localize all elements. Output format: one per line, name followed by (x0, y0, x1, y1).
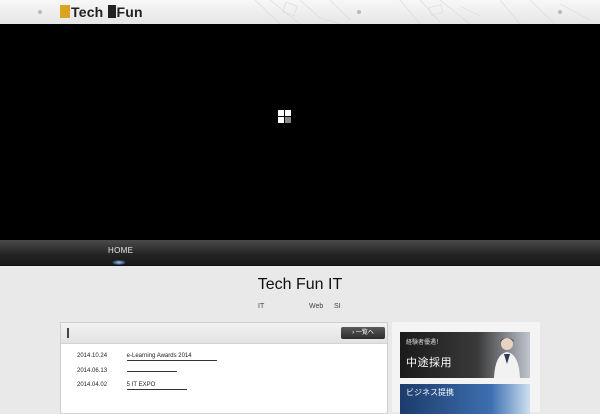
news-date: 2014.10.24 (77, 353, 108, 359)
banner-title: 中途採用 (406, 357, 452, 369)
news-title[interactable] (126, 370, 177, 372)
banner-caption: 経験者優遇！ (406, 340, 443, 346)
intro-text: SI (334, 303, 341, 310)
logo-text: Fun (116, 4, 143, 20)
news-header: › 一覧へ (61, 323, 387, 344)
news-item[interactable]: 2014.06.13 (77, 368, 177, 374)
header-dot (558, 10, 562, 14)
intro-text: IT (258, 303, 265, 310)
news-item[interactable]: 2014.10.24 e-Learning Awards 2014 (77, 353, 217, 361)
intro-text: Web (309, 303, 324, 310)
nav-home[interactable]: HOME (108, 246, 133, 255)
news-title[interactable]: 5 IT EXPO (126, 382, 187, 390)
news-date: 2014.04.02 (77, 382, 108, 388)
news-more-button[interactable]: › 一覧へ (341, 327, 385, 339)
news-title[interactable]: e-Learning Awards 2014 (126, 353, 217, 361)
main-nav: HOME (0, 240, 600, 266)
side-panel: 経験者優遇！ 中途採用 ビジネス提携 (392, 322, 540, 414)
news-panel: › 一覧へ 2014.10.24 e-Learning Awards 2014 … (60, 322, 388, 414)
header-dot (357, 10, 361, 14)
banner-title: ビジネス提携 (406, 388, 454, 397)
nav-active-indicator (112, 260, 126, 265)
site-logo[interactable]: Tech Fun (60, 3, 143, 21)
partnership-banner[interactable]: ビジネス提携 (400, 384, 530, 414)
site-header: Tech Fun (0, 0, 600, 25)
news-item[interactable]: 2014.04.02 5 IT EXPO (77, 382, 187, 390)
hero-video[interactable] (0, 24, 600, 240)
career-banner[interactable]: 経験者優遇！ 中途採用 (400, 332, 530, 378)
logo-mark-icon (107, 5, 116, 18)
loading-icon (278, 110, 292, 124)
logo-mark-icon (60, 5, 70, 18)
header-dot (38, 10, 42, 14)
logo-text: Tech (71, 4, 108, 20)
page-title: Tech Fun IT (257, 276, 343, 293)
news-date: 2014.06.13 (77, 368, 108, 374)
news-header-marker (67, 328, 69, 338)
person-photo-icon (494, 338, 520, 378)
